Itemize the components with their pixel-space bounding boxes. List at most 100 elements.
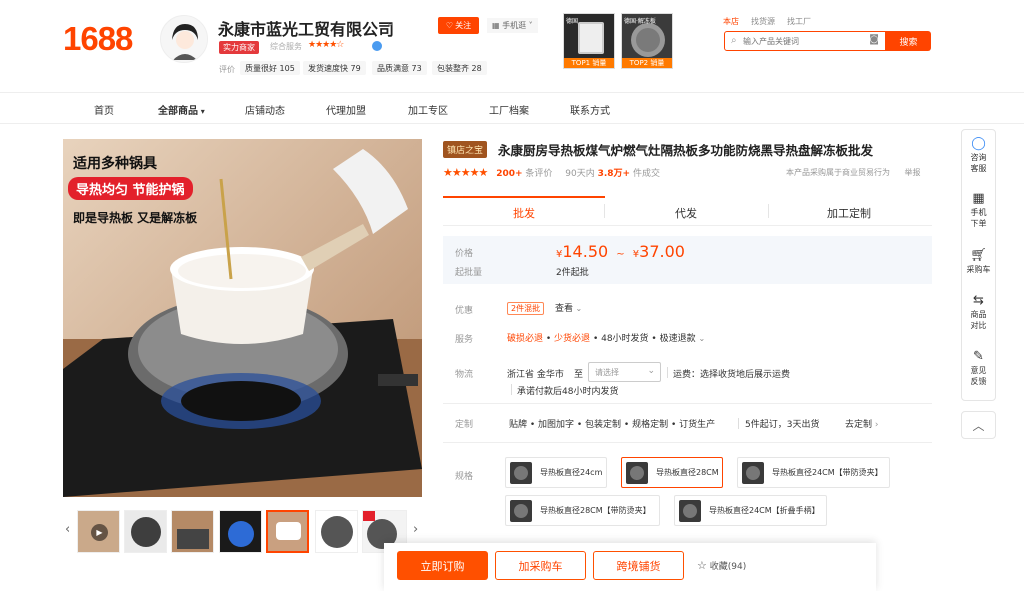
spec-label: 规格 <box>455 472 474 482</box>
sidebar-compare[interactable]: ⇆ 商品对比 <box>962 293 995 331</box>
deals-count: 3.8万+ <box>597 169 631 179</box>
compare-icon: ⇆ <box>973 293 984 308</box>
heart-icon: ♡ <box>445 21 454 30</box>
back-to-top-button[interactable]: ︿ <box>961 411 996 439</box>
spec-thumb <box>679 499 701 522</box>
tab-divider <box>768 204 769 218</box>
spec-option-selected[interactable]: 导热板直径28CM <box>621 457 723 488</box>
add-to-cart-button[interactable]: 加采购车 <box>495 551 586 580</box>
price-panel <box>443 236 932 284</box>
ship-promise: 承诺付款后48小时内发货 <box>517 387 619 397</box>
thumb-caption: 德国·解冻板 <box>624 18 656 25</box>
spec-option[interactable]: 导热板直径24CM【带防烫夹】 <box>737 457 890 488</box>
price-range: ¥14.50 ~ ¥37.00 <box>556 242 685 261</box>
nav-all-products[interactable]: 全部商品 ▾ <box>158 102 205 117</box>
service-label: 综合服务 <box>270 42 302 51</box>
destination-select[interactable]: 请选择 ⌄ <box>588 362 661 382</box>
nav-factory[interactable]: 工厂档案 <box>489 102 529 117</box>
nav-agency[interactable]: 代理加盟 <box>326 102 366 117</box>
rating-row: ★★★★★ 200+ 条评价 90天内 3.8万+ 件成交 <box>443 166 660 179</box>
top-product-thumb[interactable]: 德国·解冻板 TOP2 销量 <box>621 13 673 69</box>
eval-tag: 质量很好 105 <box>240 61 300 75</box>
chevron-left-icon[interactable]: ‹ <box>65 522 70 537</box>
search-tab-factory[interactable]: 找工厂 <box>787 17 811 26</box>
search-input[interactable] <box>743 34 861 48</box>
report-link[interactable]: 举报 <box>905 168 921 177</box>
gallery-thumb[interactable] <box>219 510 262 553</box>
floating-sidebar: ◯ 咨询客服 ▦ 手机下单 🛒︎ 采购车 ⇆ 商品对比 ✎ 意见反馈 <box>961 129 996 401</box>
gallery-thumb[interactable] <box>171 510 214 553</box>
view-offers-link[interactable]: 查看 ⌄ <box>555 304 582 314</box>
price-label: 价格 <box>455 249 474 259</box>
sidebar-feedback[interactable]: ✎ 意见反馈 <box>962 349 995 387</box>
rating-stars: ★★★★★ <box>443 166 488 179</box>
sidebar-mobile-order[interactable]: ▦ 手机下单 <box>962 192 995 229</box>
custom-options: 贴牌 • 加图加字 • 包装定制 • 规格定制 • 订货生产 <box>509 420 716 430</box>
moq-value: 2件起批 <box>556 268 589 278</box>
offers-label: 优惠 <box>455 306 474 316</box>
deals-suffix: 件成交 <box>632 169 660 179</box>
service-stars: ★★★★☆ <box>308 40 344 50</box>
divider <box>443 403 932 404</box>
tab-divider <box>604 204 605 218</box>
mobile-shop-button[interactable]: ▦ 手机逛 ˅ <box>487 18 538 33</box>
nav-processing[interactable]: 加工专区 <box>408 102 448 117</box>
search-tab-shop[interactable]: 本店 <box>723 17 739 26</box>
main-product-image[interactable]: 适用多种锅具 导热均匀 节能护锅 即是导热板 又是解冻板 <box>63 139 422 497</box>
product-title: 永康厨房导热板煤气炉燃气灶隔热板多功能防烧黑导热盘解冻板批发 <box>498 143 874 158</box>
site-logo[interactable]: 1688 <box>63 20 133 58</box>
chevron-right-icon: › <box>872 420 879 430</box>
gallery-thumb[interactable] <box>124 510 167 553</box>
search-icon: ⌕ <box>731 35 737 46</box>
eval-tag: 发货速度快 79 <box>303 61 366 75</box>
offers-row: 2件混批 查看 ⌄ <box>507 301 582 315</box>
ship-from: 浙江省 金华市 <box>507 370 564 380</box>
spec-option[interactable]: 导热板直径24CM【折叠手柄】 <box>674 495 827 526</box>
buy-now-button[interactable]: 立即订购 <box>397 551 488 580</box>
search-scope-tabs: 本店 找货源 找工厂 <box>723 16 823 27</box>
cross-border-button[interactable]: 跨境铺货 <box>593 551 684 580</box>
spec-option[interactable]: 导热板直径28CM【带防烫夹】 <box>505 495 660 526</box>
nav-contact[interactable]: 联系方式 <box>570 102 610 117</box>
sidebar-cart[interactable]: 🛒︎ 采购车 <box>962 249 995 275</box>
shop-name[interactable]: 永康市蓝光工贸有限公司 <box>218 16 394 40</box>
review-suffix: 条评价 <box>525 169 553 179</box>
shop-avatar[interactable] <box>160 15 208 63</box>
camera-icon[interactable]: ◙ <box>869 34 879 45</box>
tab-dropship[interactable]: 代发 <box>675 205 697 221</box>
top-sales-tag: TOP1 销量 <box>564 58 614 68</box>
sidebar-consult[interactable]: ◯ 咨询客服 <box>962 137 995 174</box>
notice-row: 本产品采购属于商业贸易行为 举报 <box>786 167 921 178</box>
eval-tag: 品质满意 73 <box>372 61 427 75</box>
follow-button[interactable]: ♡ 关注 <box>438 17 479 34</box>
gallery-thumb[interactable] <box>315 510 358 553</box>
search-box: ⌕ ◙ <box>724 31 886 51</box>
favorite-button[interactable]: ☆ 收藏(94) <box>697 559 746 572</box>
tab-custom[interactable]: 加工定制 <box>827 205 871 221</box>
search-button[interactable]: 搜索 <box>886 31 931 51</box>
strength-merchant-badge: 实力商家 <box>219 41 259 54</box>
nav-news[interactable]: 店铺动态 <box>245 102 285 117</box>
chevron-down-icon[interactable]: ⌄ <box>386 18 394 29</box>
shop-header: 1688 永康市蓝光工贸有限公司 ⌄ 实力商家 综合服务 ★★★★☆ 评价 质量… <box>0 0 1024 92</box>
tab-wholesale[interactable]: 批发 <box>513 205 535 221</box>
divider <box>443 442 932 443</box>
image-banner: 导热均匀 节能护锅 <box>68 177 193 200</box>
moq-label: 起批量 <box>455 268 483 278</box>
chevron-right-icon[interactable]: › <box>413 522 418 537</box>
go-custom-link[interactable]: 去定制 › <box>845 417 878 430</box>
search-tab-source[interactable]: 找货源 <box>751 17 775 26</box>
image-subline: 即是导热板 又是解冻板 <box>73 211 198 225</box>
gallery-thumb-selected[interactable] <box>266 510 309 553</box>
service-row[interactable]: 破损必退 • 少货必退 • 48小时发货 • 极速退款 ⌄ <box>507 331 705 344</box>
service-rest: • 48小时发货 • 极速退款 <box>592 334 696 344</box>
review-count[interactable]: 200+ <box>496 169 522 179</box>
purchase-mode-tabs: 批发 代发 加工定制 <box>443 198 932 226</box>
chevron-up-icon: ︿ <box>972 418 985 433</box>
chevron-down-icon: ˅ <box>526 21 533 30</box>
top-product-thumb[interactable]: 德国 TOP1 销量 <box>563 13 615 69</box>
spec-option[interactable]: 导热板直径24cm <box>505 457 607 488</box>
nav-home[interactable]: 首页 <box>94 102 114 117</box>
gallery-thumb-video[interactable]: ▶ <box>77 510 120 553</box>
edit-icon: ✎ <box>973 349 984 364</box>
